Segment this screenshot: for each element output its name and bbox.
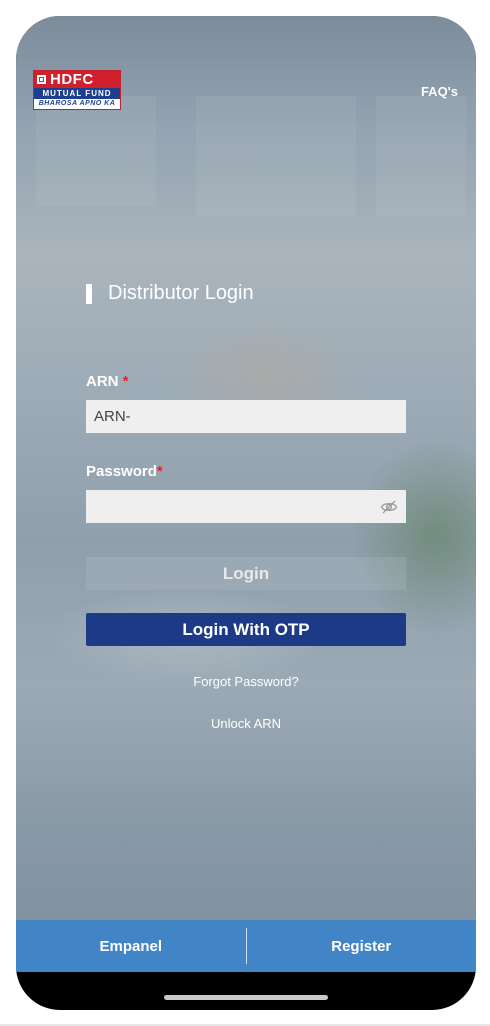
forgot-password-link[interactable]: Forgot Password? bbox=[16, 674, 476, 689]
hdfc-logo: HDFC MUTUAL FUND BHAROSA APNO KA bbox=[33, 70, 121, 110]
arn-input[interactable]: ARN- bbox=[86, 400, 406, 433]
faq-link[interactable]: FAQ's bbox=[421, 84, 458, 99]
empanel-button[interactable]: Empanel bbox=[16, 938, 246, 955]
title-accent-bar bbox=[86, 283, 92, 304]
login-with-otp-button[interactable]: Login With OTP bbox=[86, 613, 406, 646]
logo-mark-icon bbox=[37, 75, 46, 84]
phone-frame: HDFC MUTUAL FUND BHAROSA APNO KA FAQ's D… bbox=[16, 16, 476, 1010]
login-title: Distributor Login bbox=[86, 282, 254, 305]
logo-name: HDFC bbox=[50, 71, 94, 88]
required-asterisk: * bbox=[156, 463, 163, 480]
logo-tagline: BHAROSA APNO KA bbox=[38, 100, 116, 107]
login-screen: HDFC MUTUAL FUND BHAROSA APNO KA FAQ's D… bbox=[16, 16, 476, 972]
unlock-arn-link[interactable]: Unlock ARN bbox=[16, 716, 476, 731]
required-asterisk: * bbox=[122, 373, 129, 390]
password-label: Password* bbox=[86, 463, 163, 480]
eye-slash-icon[interactable] bbox=[380, 498, 398, 516]
bottom-nav: Empanel Register bbox=[16, 920, 476, 972]
login-button[interactable]: Login bbox=[86, 557, 406, 590]
password-input[interactable] bbox=[86, 490, 406, 523]
home-indicator bbox=[164, 995, 328, 1000]
logo-sub: MUTUAL FUND bbox=[34, 88, 120, 99]
arn-input-value: ARN- bbox=[94, 408, 131, 425]
arn-label: ARN * bbox=[86, 373, 129, 390]
page-title: Distributor Login bbox=[108, 282, 254, 304]
register-button[interactable]: Register bbox=[247, 938, 477, 955]
